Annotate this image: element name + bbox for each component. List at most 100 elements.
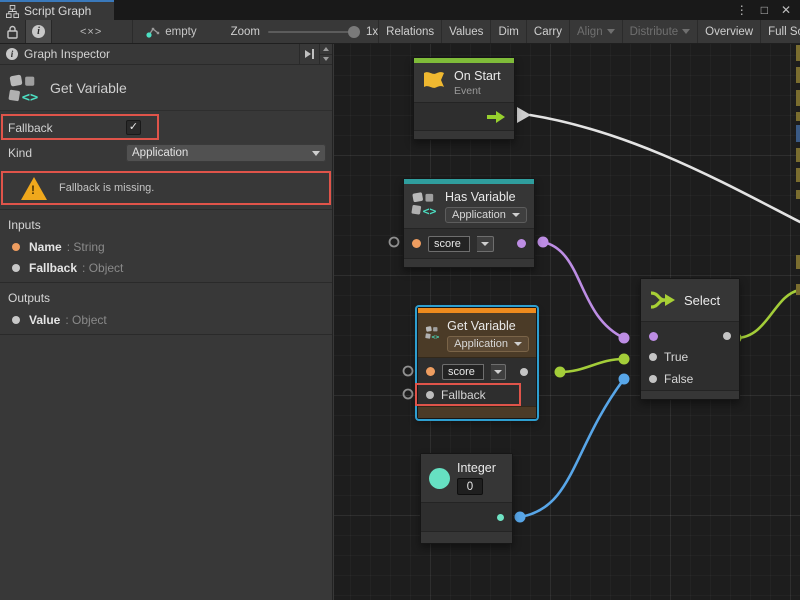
integer-value-field[interactable]: 0 bbox=[457, 478, 483, 495]
scroll-up-button[interactable] bbox=[320, 44, 332, 54]
zoom-label: Zoom bbox=[231, 26, 260, 38]
node-header: On Start Event bbox=[414, 63, 514, 103]
fallback-input-port[interactable] bbox=[426, 391, 434, 399]
triangle-up-icon bbox=[323, 47, 329, 51]
node-on-start[interactable]: On Start Event bbox=[413, 57, 515, 140]
node-port-row: score bbox=[418, 358, 536, 383]
maximize-icon[interactable]: □ bbox=[761, 4, 768, 16]
caret-down-icon bbox=[512, 213, 520, 217]
node-header: <> Get Variable Application bbox=[418, 313, 536, 358]
select-merge-icon bbox=[649, 288, 677, 312]
bool-output-port[interactable] bbox=[517, 239, 526, 248]
code-view-button[interactable]: <×> bbox=[52, 20, 108, 43]
graph-reference[interactable]: empty bbox=[145, 25, 196, 39]
wire-endpoint[interactable] bbox=[515, 512, 526, 523]
node-has-variable[interactable]: <> Has Variable Application score bbox=[403, 178, 535, 268]
variable-name-field[interactable]: score bbox=[428, 236, 470, 252]
caret-down-icon bbox=[494, 370, 502, 374]
graph-reference-label: empty bbox=[165, 26, 196, 38]
node-port-row: score bbox=[404, 229, 534, 258]
name-input-port[interactable] bbox=[426, 367, 435, 376]
node-subtitle: Event bbox=[454, 85, 501, 97]
variable-picker-button[interactable] bbox=[477, 236, 494, 252]
variable-picker-button[interactable] bbox=[491, 364, 506, 380]
kind-dropdown[interactable]: Application bbox=[126, 144, 326, 162]
caret-down-icon bbox=[607, 29, 615, 34]
inspector-toggle-button[interactable]: i bbox=[25, 20, 52, 43]
node-port-row bbox=[641, 322, 739, 346]
variables-icon: <> bbox=[425, 319, 440, 346]
node-get-variable[interactable]: <> Get Variable Application score bbox=[417, 307, 537, 419]
node-header: Integer 0 bbox=[421, 454, 512, 503]
zoom-slider-handle[interactable] bbox=[348, 26, 360, 38]
carry-button[interactable]: Carry bbox=[526, 20, 569, 43]
overview-button[interactable]: Overview bbox=[697, 20, 760, 43]
node-header: Select bbox=[641, 279, 739, 322]
warning-box: ! Fallback is missing. bbox=[1, 171, 331, 205]
false-input-port[interactable] bbox=[649, 375, 657, 383]
menu-kebab-icon[interactable]: ⋮ bbox=[736, 4, 748, 16]
control-output-port[interactable] bbox=[517, 107, 531, 123]
fallback-port-label: Fallback bbox=[441, 388, 486, 402]
fallback-checkbox[interactable]: ✓ bbox=[126, 120, 141, 135]
zoom-value: 1x bbox=[366, 26, 378, 38]
graph-canvas[interactable]: On Start Event <> bbox=[334, 44, 800, 600]
tab-label: Script Graph bbox=[24, 4, 91, 18]
wire-endpoint[interactable] bbox=[619, 333, 630, 344]
fallback-field-row: Fallback ✓ bbox=[0, 114, 332, 141]
caret-down-icon bbox=[481, 242, 489, 246]
scroll-down-button[interactable] bbox=[320, 54, 332, 65]
condition-input-port[interactable] bbox=[649, 332, 658, 341]
empty-graph-icon bbox=[145, 25, 160, 39]
lock-icon bbox=[6, 25, 19, 39]
variable-scope-dropdown[interactable]: Application bbox=[445, 207, 527, 223]
variable-scope-dropdown[interactable]: Application bbox=[447, 336, 529, 352]
toolbar-separator bbox=[132, 20, 133, 43]
svg-text:<>: <> bbox=[432, 333, 440, 341]
wire-endpoint[interactable] bbox=[538, 237, 549, 248]
zoom-slider[interactable] bbox=[268, 31, 358, 33]
inspected-unit-header: <> Get Variable bbox=[0, 65, 332, 111]
relations-button[interactable]: Relations bbox=[378, 20, 441, 43]
fallback-field-label: Fallback bbox=[8, 121, 126, 135]
integer-output-port[interactable] bbox=[497, 514, 504, 521]
lock-button[interactable] bbox=[0, 20, 25, 43]
selection-output-port[interactable] bbox=[723, 332, 731, 340]
input-port-row: Name : String bbox=[0, 236, 332, 257]
node-integer[interactable]: Integer 0 bbox=[420, 453, 513, 544]
name-input-port[interactable] bbox=[412, 239, 421, 248]
node-footer bbox=[404, 258, 534, 267]
values-button[interactable]: Values bbox=[441, 20, 490, 43]
dock-panel-button[interactable] bbox=[299, 44, 319, 64]
close-icon[interactable]: ✕ bbox=[781, 4, 791, 16]
wire-endpoint[interactable] bbox=[619, 354, 630, 365]
variable-name-field[interactable]: score bbox=[442, 364, 484, 380]
full-screen-button[interactable]: Full Screen bbox=[760, 20, 800, 43]
wire-bool bbox=[543, 242, 624, 338]
unconnected-port-ring[interactable] bbox=[390, 238, 399, 247]
tab-script-graph[interactable]: Script Graph bbox=[0, 0, 114, 20]
toolbar-left-group: i <×> empty Zoom 1x bbox=[0, 20, 378, 43]
true-input-port[interactable] bbox=[649, 353, 657, 361]
wire-endpoint[interactable] bbox=[619, 374, 630, 385]
dock-icon bbox=[305, 50, 311, 58]
node-port-row: True bbox=[641, 346, 739, 368]
variables-icon: <> bbox=[411, 190, 438, 217]
node-title: Select bbox=[684, 293, 720, 308]
caret-down-icon bbox=[682, 29, 690, 34]
unit-title: Get Variable bbox=[50, 80, 127, 96]
zoom-control: Zoom 1x bbox=[231, 26, 379, 38]
value-output-port[interactable] bbox=[520, 368, 528, 376]
unconnected-port-ring[interactable] bbox=[404, 390, 413, 399]
wire-select-output bbox=[736, 290, 800, 338]
dim-button[interactable]: Dim bbox=[490, 20, 525, 43]
node-select[interactable]: Select True False bbox=[640, 278, 740, 400]
check-icon: ✓ bbox=[129, 122, 138, 133]
flow-arrow-icon[interactable] bbox=[486, 110, 506, 124]
wire-endpoint[interactable] bbox=[555, 367, 566, 378]
true-port-label: True bbox=[664, 350, 688, 364]
unconnected-port-ring[interactable] bbox=[404, 367, 413, 376]
input-port-row: Fallback : Object bbox=[0, 257, 332, 278]
warning-icon: ! bbox=[21, 177, 47, 200]
graph-inspector-panel: i Graph Inspector <> Get Variable bbox=[0, 44, 333, 600]
